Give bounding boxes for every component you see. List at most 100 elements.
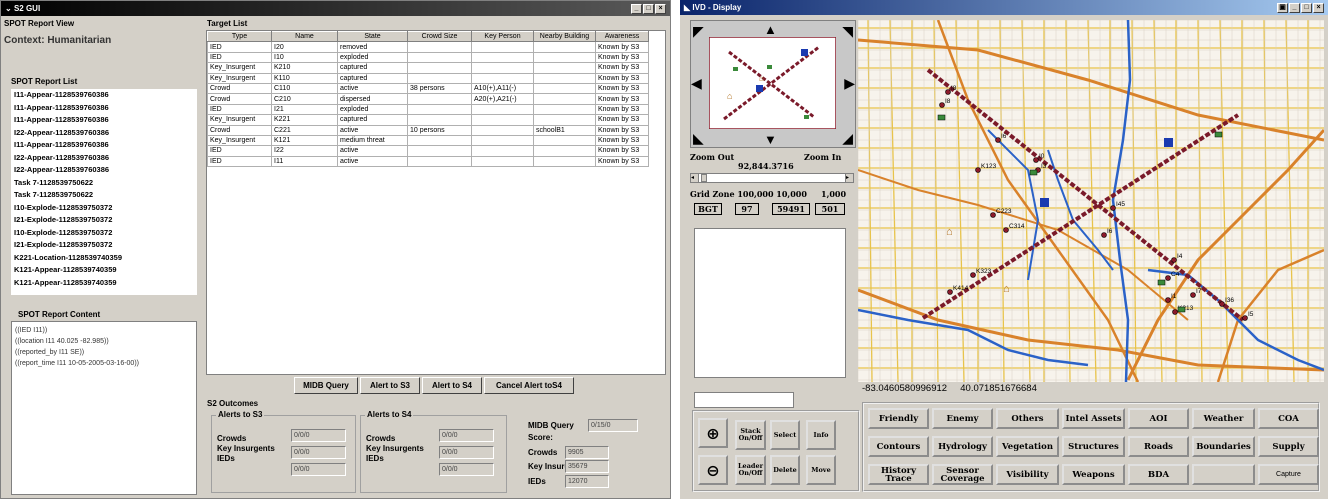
pan-east-arrow-icon[interactable]: ▶ <box>844 75 855 92</box>
report-list-item[interactable]: Task 7-1128539750622 <box>11 189 197 202</box>
report-list-item[interactable]: I10-Explode-1128539750372 <box>11 227 197 240</box>
cancel-alert-s4-button[interactable]: Cancel Alert toS4 <box>484 377 574 394</box>
zoom-slider-thumb[interactable] <box>701 174 707 182</box>
delete-button[interactable]: Delete <box>770 455 800 485</box>
layer-button-others[interactable]: Others <box>996 408 1059 429</box>
column-header[interactable]: Nearby Building <box>533 31 596 43</box>
table-row[interactable]: IED I21 exploded Known by S3 <box>207 103 649 116</box>
grid-10000-field[interactable]: 59491 <box>772 203 810 215</box>
table-row[interactable]: Key_Insurgent K221 captured Known by S3 <box>207 114 649 126</box>
report-list-item[interactable]: I22-Appear-1128539760386 <box>11 164 197 177</box>
layer-button-intel-assets[interactable]: Intel Assets <box>1062 408 1125 429</box>
friendly-unit-icon[interactable] <box>1157 279 1166 286</box>
hospital-icon[interactable] <box>1040 198 1049 207</box>
report-list-item[interactable]: I11-Appear-1128539760386 <box>11 89 197 102</box>
report-list-item[interactable]: I10-Explode-1128539750372 <box>11 202 197 215</box>
zoom-slider[interactable]: ◂ ▸ <box>690 173 854 183</box>
layer-button-enemy[interactable]: Enemy <box>932 408 993 429</box>
command-input[interactable] <box>694 392 794 408</box>
column-header[interactable]: Crowd Size <box>407 31 472 43</box>
report-list-item[interactable]: I11-Appear-1128539760386 <box>11 139 197 152</box>
midb-query-button[interactable]: MIDB Query <box>294 377 358 394</box>
hospital-icon[interactable] <box>1164 138 1173 147</box>
ivd-maximize-button[interactable]: □ <box>1301 2 1312 13</box>
map-view[interactable]: I8I8 I6 I0 I3 K123 C223 C314 I45 I6 K323 K414 C4 I4 I… <box>858 20 1324 382</box>
move-button[interactable]: Move <box>806 455 836 485</box>
pan-se-arrow-icon[interactable]: ◢ <box>842 130 853 147</box>
friendly-unit-icon[interactable] <box>937 114 946 121</box>
layer-button-aoi[interactable]: AOI <box>1128 408 1189 429</box>
pan-south-arrow-icon[interactable]: ▼ <box>764 132 777 147</box>
table-row[interactable]: Crowd C110 active 38 persons A10(+),A11(-) Kn… <box>207 82 649 95</box>
layer-button-hydrology[interactable]: Hydrology <box>932 436 993 457</box>
grid-zone-field[interactable]: BGT <box>694 203 722 215</box>
layer-button-bda[interactable]: BDA <box>1128 464 1189 485</box>
report-list-item[interactable]: I11-Appear-1128539760386 <box>11 114 197 127</box>
ivd-restore-button[interactable]: ▣ <box>1277 2 1288 13</box>
layer-button-coa[interactable]: COA <box>1258 408 1319 429</box>
report-list-item[interactable]: I21-Explode-1128539750372 <box>11 239 197 252</box>
window-menu-icon[interactable]: ⌄ <box>5 4 12 13</box>
maximize-button[interactable]: □ <box>643 3 654 14</box>
pan-west-arrow-icon[interactable]: ◀ <box>691 75 702 92</box>
pan-sw-arrow-icon[interactable]: ◣ <box>693 130 704 147</box>
report-list-item[interactable]: K121-Appear-1128539740359 <box>11 264 197 277</box>
table-row[interactable]: IED I22 active Known by S3 <box>207 145 649 157</box>
layer-button-sensor-coverage[interactable]: Sensor Coverage <box>932 464 993 485</box>
column-header[interactable]: Key Person <box>471 31 534 43</box>
layer-button-visibility[interactable]: Visibility <box>996 464 1059 485</box>
layer-button-capture[interactable]: Capture <box>1258 464 1319 485</box>
ivd-minimize-button[interactable]: _ <box>1289 2 1300 13</box>
info-button[interactable]: Info <box>806 420 836 450</box>
layer-button-weather[interactable]: Weather <box>1192 408 1255 429</box>
pan-nw-arrow-icon[interactable]: ◤ <box>693 23 704 40</box>
report-list-item[interactable]: Task 7-1128539750622 <box>11 177 197 190</box>
stack-toggle-button[interactable]: Stack On/Off <box>735 420 766 450</box>
column-header[interactable]: Type <box>207 31 272 43</box>
report-list-item[interactable]: I22-Appear-1128539760386 <box>11 152 197 165</box>
layer-button-blank[interactable] <box>1192 464 1255 485</box>
zoom-right-arrow-icon[interactable]: ▸ <box>845 174 853 182</box>
leader-toggle-button[interactable]: Leader On/Off <box>735 455 766 485</box>
column-header[interactable]: Awareness <box>595 31 649 43</box>
close-button[interactable]: × <box>655 3 666 14</box>
building-icon[interactable]: ⌂ <box>946 226 953 238</box>
ivd-close-button[interactable]: × <box>1313 2 1324 13</box>
layer-button-roads[interactable]: Roads <box>1128 436 1189 457</box>
building-icon[interactable]: ⌂ <box>1003 283 1010 295</box>
report-list-item[interactable]: K221-Location-1128539740359 <box>11 252 197 265</box>
zoom-left-arrow-icon[interactable]: ◂ <box>691 174 699 182</box>
report-list-item[interactable]: I21-Explode-1128539750372 <box>11 214 197 227</box>
report-list-item[interactable]: K121-Appear-1128539740359 <box>11 277 197 290</box>
table-row[interactable]: Key_Insurgent K210 captured Known by S3 <box>207 62 649 74</box>
table-row[interactable]: Key_Insurgent K121 medium threat Known by S… <box>207 134 649 147</box>
table-row[interactable]: IED I20 removed Known by S3 <box>207 41 649 53</box>
friendly-unit-icon[interactable] <box>1214 131 1223 138</box>
layer-button-vegetation[interactable]: Vegetation <box>996 436 1059 457</box>
overview-map[interactable]: ⌂⌂ <box>709 37 836 129</box>
column-header[interactable]: Name <box>271 31 338 43</box>
table-row[interactable]: Crowd C221 active 10 persons schoolB1 Known b… <box>207 124 649 136</box>
grid-100000-field[interactable]: 97 <box>735 203 759 215</box>
pan-ne-arrow-icon[interactable]: ◥ <box>842 23 853 40</box>
alert-to-s4-button[interactable]: Alert to S4 <box>422 377 482 394</box>
table-row[interactable]: Crowd C210 dispersed A20(+),A21(-) Known by … <box>207 93 649 105</box>
select-button[interactable]: Select <box>770 420 800 450</box>
report-list-item[interactable]: I22-Appear-1128539760386 <box>11 127 197 140</box>
layer-button-weapons[interactable]: Weapons <box>1062 464 1125 485</box>
target-list-table[interactable]: Type Name State Crowd Size Key Person Nearby … <box>206 30 666 375</box>
table-row[interactable]: Key_Insurgent K110 captured Known by S3 <box>207 72 649 84</box>
minimize-button[interactable]: _ <box>631 3 642 14</box>
table-row[interactable]: IED I10 exploded Known by S3 <box>207 51 649 64</box>
layer-button-boundaries[interactable]: Boundaries <box>1192 436 1255 457</box>
layer-button-history-trace[interactable]: History Trace <box>868 464 929 485</box>
friendly-unit-icon[interactable] <box>1177 306 1186 313</box>
zoom-in-tool-button[interactable]: ⊕ <box>698 418 728 448</box>
layer-button-contours[interactable]: Contours <box>868 436 929 457</box>
layer-button-supply[interactable]: Supply <box>1258 436 1319 457</box>
column-header[interactable]: State <box>337 31 408 43</box>
friendly-unit-icon[interactable] <box>1029 169 1038 176</box>
pan-north-arrow-icon[interactable]: ▲ <box>764 22 777 37</box>
alert-to-s3-button[interactable]: Alert to S3 <box>360 377 420 394</box>
grid-1000-field[interactable]: 501 <box>815 203 845 215</box>
